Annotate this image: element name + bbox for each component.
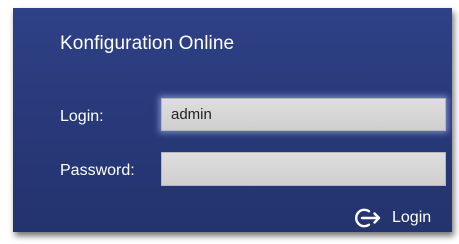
login-button[interactable]: Login <box>353 206 431 230</box>
password-label: Password: <box>60 162 135 179</box>
login-panel: Konfiguration Online Login: Password: Lo… <box>13 8 452 232</box>
login-input[interactable] <box>161 98 446 131</box>
login-label: Login: <box>60 108 104 125</box>
page-title: Konfiguration Online <box>60 33 235 54</box>
password-input[interactable] <box>161 152 446 186</box>
login-arrow-icon <box>353 206 392 230</box>
login-button-label: Login <box>392 209 432 226</box>
